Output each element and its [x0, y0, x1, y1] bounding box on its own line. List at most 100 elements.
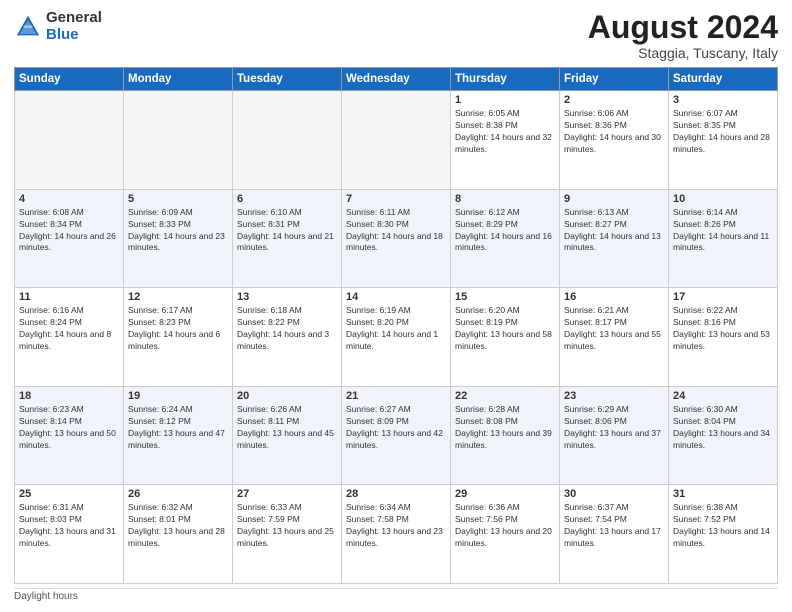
logo-text: General Blue: [46, 10, 102, 43]
day-cell-14: 14Sunrise: 6:19 AMSunset: 8:20 PMDayligh…: [342, 288, 451, 387]
day-number: 25: [19, 488, 119, 500]
day-cell-28: 28 Sunrise: 6:34 AMSunset: 7:58 PMDayligh…: [342, 485, 451, 584]
week-row-2: 4 Sunrise: 6:08 AMSunset: 8:34 PMDaylight…: [15, 189, 778, 288]
day-cell-15: 15Sunrise: 6:20 AMSunset: 8:19 PMDayligh…: [451, 288, 560, 387]
day-info: Sunrise: 6:05 AMSunset: 8:38 PMDaylight:…: [455, 108, 555, 156]
day-number: 4: [19, 193, 119, 205]
day-cell-24: 24 Sunrise: 6:30 AMSunset: 8:04 PMDayligh…: [669, 386, 778, 485]
logo-icon: [14, 13, 42, 41]
day-cell-20: 20 Sunrise: 6:26 AMSunset: 8:11 PMDayligh…: [233, 386, 342, 485]
day-cell-8: 8Sunrise: 6:12 AMSunset: 8:29 PMDaylight…: [451, 189, 560, 288]
day-number: 30: [564, 488, 664, 500]
page: General Blue August 2024 Staggia, Tuscan…: [0, 0, 792, 612]
day-info: Sunrise: 6:29 AMSunset: 8:06 PMDaylight:…: [564, 404, 664, 452]
day-number: 23: [564, 390, 664, 402]
day-cell-17: 17Sunrise: 6:22 AMSunset: 8:16 PMDayligh…: [669, 288, 778, 387]
day-cell-29: 29Sunrise: 6:36 AMSunset: 7:56 PMDayligh…: [451, 485, 560, 584]
footer: Daylight hours: [14, 588, 778, 602]
day-number: 3: [673, 94, 773, 106]
day-cell-empty: [15, 91, 124, 190]
day-info: Sunrise: 6:33 AMSunset: 7:59 PMDaylight:…: [237, 502, 337, 550]
day-info: Sunrise: 6:30 AMSunset: 8:04 PMDaylight:…: [673, 404, 773, 452]
day-info: Sunrise: 6:08 AMSunset: 8:34 PMDaylight:…: [19, 207, 119, 255]
day-info: Sunrise: 6:37 AMSunset: 7:54 PMDaylight:…: [564, 502, 664, 550]
day-info: Sunrise: 6:28 AMSunset: 8:08 PMDaylight:…: [455, 404, 555, 452]
day-info: Sunrise: 6:07 AMSunset: 8:35 PMDaylight:…: [673, 108, 773, 156]
day-info: Sunrise: 6:06 AMSunset: 8:36 PMDaylight:…: [564, 108, 664, 156]
day-number: 28: [346, 488, 446, 500]
day-number: 17: [673, 291, 773, 303]
day-cell-27: 27 Sunrise: 6:33 AMSunset: 7:59 PMDayligh…: [233, 485, 342, 584]
day-number: 20: [237, 390, 337, 402]
calendar-table: SundayMondayTuesdayWednesdayThursdayFrid…: [14, 67, 778, 584]
day-number: 14: [346, 291, 446, 303]
day-cell-2: 2 Sunrise: 6:06 AMSunset: 8:36 PMDaylight…: [560, 91, 669, 190]
day-number: 10: [673, 193, 773, 205]
header: General Blue August 2024 Staggia, Tuscan…: [14, 10, 778, 61]
day-cell-22: 22 Sunrise: 6:28 AMSunset: 8:08 PMDayligh…: [451, 386, 560, 485]
day-number: 31: [673, 488, 773, 500]
day-info: Sunrise: 6:13 AMSunset: 8:27 PMDaylight:…: [564, 207, 664, 255]
day-info: Sunrise: 6:11 AMSunset: 8:30 PMDaylight:…: [346, 207, 446, 255]
day-info: Sunrise: 6:31 AMSunset: 8:03 PMDaylight:…: [19, 502, 119, 550]
header-thursday: Thursday: [451, 68, 560, 91]
day-cell-31: 31 Sunrise: 6:38 AMSunset: 7:52 PMDayligh…: [669, 485, 778, 584]
day-cell-19: 19 Sunrise: 6:24 AMSunset: 8:12 PMDayligh…: [124, 386, 233, 485]
day-number: 5: [128, 193, 228, 205]
week-row-4: 18Sunrise: 6:23 AMSunset: 8:14 PMDayligh…: [15, 386, 778, 485]
day-cell-9: 9 Sunrise: 6:13 AMSunset: 8:27 PMDaylight…: [560, 189, 669, 288]
week-row-3: 11Sunrise: 6:16 AMSunset: 8:24 PMDayligh…: [15, 288, 778, 387]
day-number: 16: [564, 291, 664, 303]
day-cell-21: 21Sunrise: 6:27 AMSunset: 8:09 PMDayligh…: [342, 386, 451, 485]
day-info: Sunrise: 6:16 AMSunset: 8:24 PMDaylight:…: [19, 305, 119, 353]
day-number: 22: [455, 390, 555, 402]
week-row-1: 1 Sunrise: 6:05 AMSunset: 8:38 PMDaylight…: [15, 91, 778, 190]
day-cell-empty: [124, 91, 233, 190]
day-cell-3: 3 Sunrise: 6:07 AMSunset: 8:35 PMDaylight…: [669, 91, 778, 190]
calendar-header-row: SundayMondayTuesdayWednesdayThursdayFrid…: [15, 68, 778, 91]
day-number: 26: [128, 488, 228, 500]
day-cell-26: 26 Sunrise: 6:32 AMSunset: 8:01 PMDayligh…: [124, 485, 233, 584]
day-cell-4: 4 Sunrise: 6:08 AMSunset: 8:34 PMDaylight…: [15, 189, 124, 288]
day-info: Sunrise: 6:38 AMSunset: 7:52 PMDaylight:…: [673, 502, 773, 550]
day-cell-5: 5 Sunrise: 6:09 AMSunset: 8:33 PMDaylight…: [124, 189, 233, 288]
day-number: 24: [673, 390, 773, 402]
day-info: Sunrise: 6:34 AMSunset: 7:58 PMDaylight:…: [346, 502, 446, 550]
day-number: 29: [455, 488, 555, 500]
header-sunday: Sunday: [15, 68, 124, 91]
day-cell-18: 18Sunrise: 6:23 AMSunset: 8:14 PMDayligh…: [15, 386, 124, 485]
day-cell-12: 12Sunrise: 6:17 AMSunset: 8:23 PMDayligh…: [124, 288, 233, 387]
day-cell-6: 6Sunrise: 6:10 AMSunset: 8:31 PMDaylight…: [233, 189, 342, 288]
day-cell-13: 13 Sunrise: 6:18 AMSunset: 8:22 PMDayligh…: [233, 288, 342, 387]
header-tuesday: Tuesday: [233, 68, 342, 91]
day-number: 9: [564, 193, 664, 205]
subtitle: Staggia, Tuscany, Italy: [588, 45, 778, 61]
day-cell-empty: [233, 91, 342, 190]
day-number: 6: [237, 193, 337, 205]
day-number: 19: [128, 390, 228, 402]
day-info: Sunrise: 6:24 AMSunset: 8:12 PMDaylight:…: [128, 404, 228, 452]
header-monday: Monday: [124, 68, 233, 91]
day-info: Sunrise: 6:26 AMSunset: 8:11 PMDaylight:…: [237, 404, 337, 452]
day-cell-11: 11Sunrise: 6:16 AMSunset: 8:24 PMDayligh…: [15, 288, 124, 387]
day-number: 7: [346, 193, 446, 205]
day-number: 8: [455, 193, 555, 205]
day-cell-empty: [342, 91, 451, 190]
header-saturday: Saturday: [669, 68, 778, 91]
day-cell-23: 23 Sunrise: 6:29 AMSunset: 8:06 PMDayligh…: [560, 386, 669, 485]
day-info: Sunrise: 6:32 AMSunset: 8:01 PMDaylight:…: [128, 502, 228, 550]
day-cell-10: 10Sunrise: 6:14 AMSunset: 8:26 PMDayligh…: [669, 189, 778, 288]
day-info: Sunrise: 6:18 AMSunset: 8:22 PMDaylight:…: [237, 305, 337, 353]
day-info: Sunrise: 6:21 AMSunset: 8:17 PMDaylight:…: [564, 305, 664, 353]
day-cell-1: 1 Sunrise: 6:05 AMSunset: 8:38 PMDaylight…: [451, 91, 560, 190]
day-number: 13: [237, 291, 337, 303]
header-wednesday: Wednesday: [342, 68, 451, 91]
day-number: 27: [237, 488, 337, 500]
logo-general: General: [46, 9, 102, 26]
day-number: 12: [128, 291, 228, 303]
day-cell-30: 30 Sunrise: 6:37 AMSunset: 7:54 PMDayligh…: [560, 485, 669, 584]
day-info: Sunrise: 6:09 AMSunset: 8:33 PMDaylight:…: [128, 207, 228, 255]
day-number: 21: [346, 390, 446, 402]
day-number: 1: [455, 94, 555, 106]
day-number: 2: [564, 94, 664, 106]
